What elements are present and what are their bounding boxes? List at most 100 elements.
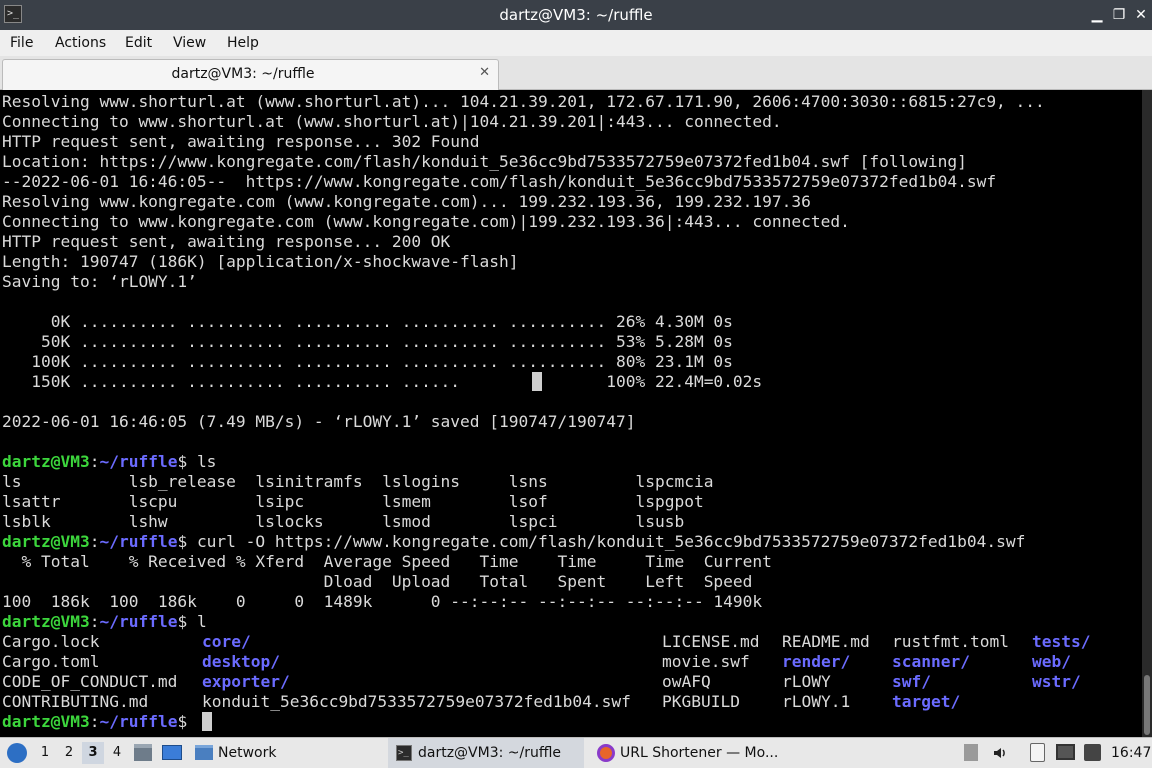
terminal-icon: >_ [396,745,412,761]
file-entry: README.md [782,632,870,651]
prompt-user: dartz@VM3 [2,452,90,471]
close-button[interactable]: ✕ [1130,4,1152,26]
prompt-user: dartz@VM3 [2,532,90,551]
file-entry: rLOWY.1 [782,692,851,711]
text-cursor [202,712,212,731]
terminal-line: Saving to: ‘rLOWY.1’ [2,272,197,291]
file-entry: Cargo.lock [2,632,100,651]
terminal-line: Resolving www.shorturl.at (www.shorturl.… [2,92,1045,111]
file-entry: CONTRIBUTING.md [2,692,149,711]
monitor-icon[interactable] [1056,744,1075,760]
prompt-user: dartz@VM3 [2,612,90,631]
ghost-cursor-block [532,372,542,391]
file-entry: konduit_5e36cc9bd7533572759e07372fed1b04… [202,692,631,711]
command-text: ls [196,452,217,471]
workspace-2[interactable]: 2 [58,742,80,764]
ls-output-line: lsblk lshw lslocks lsmod lspci lsusb [2,512,685,531]
progress-line: 0K .......... .......... .......... ....… [2,312,733,331]
menu-help[interactable]: Help [227,30,259,56]
dir-entry: tests/ [1032,632,1091,651]
dir-entry: exporter/ [202,672,290,691]
tab-close-icon[interactable]: ✕ [479,65,490,80]
progress-line: 150K .......... .......... .......... ..… [2,372,763,391]
prompt-user: dartz@VM3 [2,712,90,731]
taskbar: 1 2 3 4 Network >_ dartz@VM3: ~/ruffle U… [0,737,1152,768]
prompt-end: $ [177,612,197,631]
restore-button[interactable]: ❐ [1108,4,1130,26]
workspace-4[interactable]: 4 [106,742,128,764]
terminal-line: --2022-06-01 16:46:05-- https://www.kong… [2,172,997,191]
workspace-1[interactable]: 1 [34,742,56,764]
prompt-sep: : [89,612,100,631]
prompt-end: $ [177,532,197,551]
prompt-path: ~/ruffle [99,532,178,551]
prompt-sep: : [89,532,100,551]
clipboard-icon[interactable] [1030,743,1045,762]
terminal-output[interactable]: Resolving www.shorturl.at (www.shorturl.… [0,90,1142,737]
file-entry: LICENSE.md [662,632,760,651]
task-terminal-label: dartz@VM3: ~/ruffle [418,745,562,761]
eject-icon[interactable] [964,744,978,761]
progress-line: 100K .......... .......... .......... ..… [2,352,733,371]
tab-bar: dartz@VM3: ~/ruffle ✕ [0,56,1152,90]
prompt-end: $ [177,712,197,731]
task-firefox[interactable]: URL Shortener — Mo... [592,738,788,768]
curl-output-line: Dload Upload Total Spent Left Speed [2,572,753,591]
tab-label: dartz@VM3: ~/ruffle [171,66,315,82]
prompt-line: dartz@VM3:~/ruffle$ curl -O https://www.… [2,532,1025,552]
menu-actions[interactable]: Actions [55,30,106,56]
file-entry: PKGBUILD [662,692,740,711]
minimize-button[interactable]: ▁ [1086,4,1108,26]
terminal-line: HTTP request sent, awaiting response... … [2,232,451,251]
prompt-sep: : [89,712,100,731]
dir-entry: desktop/ [202,652,280,671]
scrollbar-thumb[interactable] [1144,675,1150,735]
menu-bar: File Actions Edit View Help [0,30,1152,56]
terminal-line: HTTP request sent, awaiting response... … [2,132,480,151]
dir-entry: core/ [202,632,251,651]
title-bar: >_ dartz@VM3: ~/ruffle ▁ ❐ ✕ [0,0,1152,30]
file-entry: owAFQ [662,672,711,691]
tab-terminal[interactable]: dartz@VM3: ~/ruffle ✕ [2,59,499,90]
file-entry: rustfmt.toml [892,632,1009,651]
dir-entry: render/ [782,652,851,671]
file-entry: movie.swf [662,652,750,671]
task-firefox-label: URL Shortener — Mo... [620,745,779,761]
ls-output-line: ls lsb_release lsinitramfs lslogins lsns… [2,472,714,491]
file-entry: CODE_OF_CONDUCT.md [2,672,178,691]
terminal-line: Resolving www.kongregate.com (www.kongre… [2,192,811,211]
prompt-sep: : [89,452,100,471]
saved-line: 2022-06-01 16:46:05 (7.49 MB/s) - ‘rLOWY… [2,412,636,431]
firefox-icon [597,744,615,762]
menu-view[interactable]: View [173,30,206,56]
prompt-end: $ [177,452,197,471]
terminal-line: Location: https://www.kongregate.com/fla… [2,152,967,171]
task-terminal[interactable]: >_ dartz@VM3: ~/ruffle [388,738,584,768]
file-manager-icon[interactable] [134,744,152,761]
task-network[interactable]: Network [218,738,276,768]
prompt-path: ~/ruffle [99,452,178,471]
terminal-line: Connecting to www.shorturl.at (www.short… [2,112,782,131]
menu-icon[interactable] [7,743,27,763]
window-title: dartz@VM3: ~/ruffle [499,6,653,24]
menu-edit[interactable]: Edit [125,30,152,56]
desktop-icon[interactable] [162,745,182,760]
dir-entry: scanner/ [892,652,970,671]
command-text: curl -O https://www.kongregate.com/flash… [196,532,1026,551]
dir-entry: wstr/ [1032,672,1081,691]
folder-icon [195,745,213,760]
file-entry: rLOWY [782,672,831,691]
menu-file[interactable]: File [10,30,33,56]
prompt-path: ~/ruffle [99,612,178,631]
volume-icon[interactable] [992,745,1008,761]
dir-entry: target/ [892,692,961,711]
terminal-scrollbar[interactable] [1142,90,1152,737]
ls-output-line: lsattr lscpu lsipc lsmem lsof lspgpot [2,492,704,511]
terminal-line: Connecting to www.kongregate.com (www.ko… [2,212,850,231]
notification-icon[interactable] [1084,744,1101,761]
dir-entry: swf/ [892,672,931,691]
workspace-3[interactable]: 3 [82,742,104,764]
progress-line: 50K .......... .......... .......... ...… [2,332,733,351]
clock[interactable]: 16:47 [1111,738,1151,768]
prompt-line: dartz@VM3:~/ruffle$ ls [2,452,216,472]
